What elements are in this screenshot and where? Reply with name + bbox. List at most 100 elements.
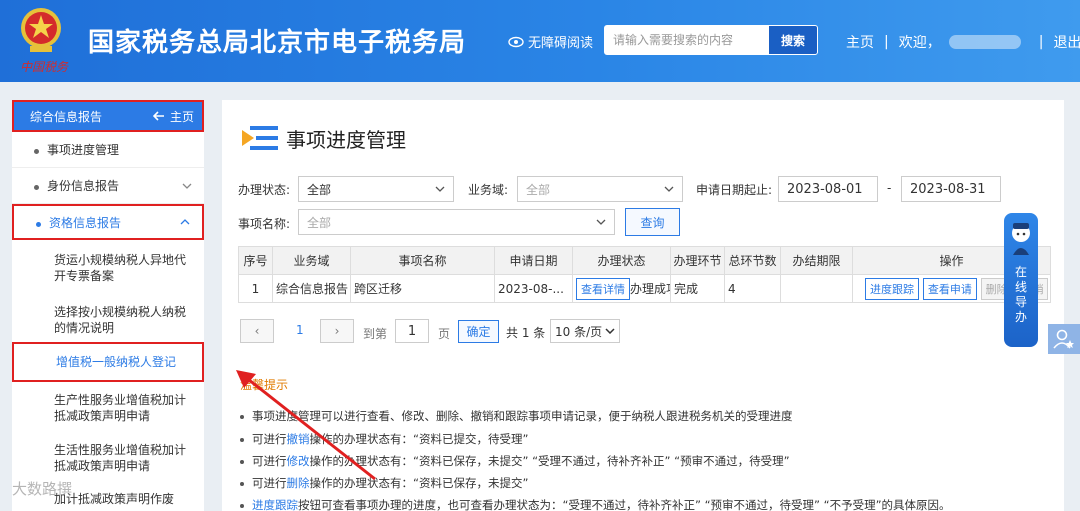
- annotation-arrow-icon: [236, 370, 376, 481]
- user-star-button[interactable]: [1048, 324, 1080, 354]
- current-page[interactable]: 1: [296, 323, 304, 337]
- cell-domain: 综合信息报告: [272, 274, 351, 303]
- bullet-icon: [34, 185, 39, 190]
- top-nav: 主页 | 欢迎， | 退出: [846, 32, 1080, 52]
- cell-date: 2023-08-...: [494, 274, 573, 303]
- tip-highlight: 进度跟踪: [252, 498, 298, 511]
- date-range-label: 申请日期起止:: [696, 183, 773, 197]
- nav-logout-link[interactable]: 退出: [1053, 32, 1080, 52]
- online-guide-label: 在 线 导 办: [1004, 265, 1038, 325]
- sub-item-small-scale-statement[interactable]: 选择按小规模纳税人纳税的情况说明: [12, 300, 204, 340]
- tax-emblem-icon: [21, 8, 61, 52]
- view-application-button[interactable]: 查看申请: [922, 277, 977, 300]
- sub-item-label: 选择按小规模纳税人纳税的情况说明: [54, 305, 187, 335]
- date-from-value: 2023-08-01: [787, 181, 863, 197]
- chevron-down-icon: [605, 328, 615, 334]
- sidebar-item-label: 事项进度管理: [47, 143, 120, 157]
- status-select[interactable]: 全部: [298, 176, 454, 202]
- col-header: 事项名称: [350, 246, 495, 275]
- domain-select-value: 全部: [526, 182, 551, 197]
- domain-select[interactable]: 全部: [517, 176, 683, 202]
- accessibility-link[interactable]: 无障碍阅读: [508, 32, 593, 51]
- online-guide-button[interactable]: 在 线 导 办: [1004, 213, 1038, 347]
- top-header: 中国税务 国家税务总局北京市电子税务局 无障碍阅读 搜索 主页 | 欢迎， | …: [0, 0, 1080, 82]
- tip-text: 按钮可查看事项办理的进度，也可查看办理状态为：“受理不通过，待补齐补正” “预审…: [298, 498, 951, 511]
- sidebar-header[interactable]: 综合信息报告 主页: [12, 100, 204, 132]
- item-filter-label: 事项名称:: [238, 217, 291, 231]
- status-select-value: 全部: [307, 182, 332, 197]
- page-title: 事项进度管理: [286, 127, 406, 152]
- prev-page-button[interactable]: ‹: [240, 319, 274, 343]
- table-row: 1 综合信息报告 跨区迁移 2023-08-... 查看详情办理成功 完成 4 …: [238, 274, 1051, 303]
- sidebar: 综合信息报告 主页 事项进度管理 身份信息报告 资格信息报告 货运小规模纳税人异…: [12, 100, 204, 511]
- page-unit: 页: [438, 327, 451, 341]
- col-header: 序号: [238, 246, 273, 275]
- cell-total: 4: [724, 274, 781, 303]
- chevron-up-icon: [180, 219, 190, 225]
- sidebar-item-identity[interactable]: 身份信息报告: [12, 168, 204, 204]
- sidebar-item-label: 身份信息报告: [47, 179, 120, 193]
- sub-item-production-service-deduction[interactable]: 生产性服务业增值税加计抵减政策声明申请: [12, 388, 204, 428]
- next-page-button[interactable]: ›: [320, 319, 354, 343]
- guide-char: 线: [1014, 280, 1027, 294]
- status-text: 办理成功: [630, 281, 670, 296]
- sub-item-life-service-deduction[interactable]: 生活性服务业增值税加计抵减政策声明申请: [12, 438, 204, 478]
- tip-line: 进度跟踪按钮可查看事项办理的进度，也可查看办理状态为：“受理不通过，待补齐补正”…: [240, 497, 951, 511]
- nav-separator: |: [884, 34, 889, 50]
- bullet-icon: [240, 503, 244, 508]
- sub-item-freight-special-invoice[interactable]: 货运小规模纳税人异地代开专票备案: [12, 248, 204, 288]
- guide-char: 导: [1014, 295, 1027, 309]
- date-separator: -: [887, 181, 892, 195]
- search-input[interactable]: [604, 25, 769, 55]
- query-button[interactable]: 查询: [625, 208, 680, 236]
- guide-char: 办: [1014, 310, 1027, 324]
- domain-filter-label: 业务域:: [468, 183, 509, 197]
- nav-welcome: 欢迎，: [898, 35, 941, 51]
- assistant-avatar-icon: [1012, 223, 1030, 255]
- user-star-icon: [1053, 329, 1074, 349]
- date-from-input[interactable]: 2023-08-01: [778, 176, 878, 202]
- goto-page-input[interactable]: 1: [395, 319, 429, 343]
- date-to-input[interactable]: 2023-08-31: [901, 176, 1001, 202]
- goto-page-value: 1: [407, 323, 417, 339]
- col-header: 申请日期: [494, 246, 573, 275]
- page-title-block: 事项进度管理: [240, 122, 406, 154]
- sidebar-item-progress[interactable]: 事项进度管理: [12, 132, 204, 168]
- sub-item-label: 货运小规模纳税人异地代开专票备案: [54, 253, 187, 283]
- sub-item-vat-general-registration[interactable]: 增值税一般纳税人登记: [12, 342, 204, 382]
- accessibility-label: 无障碍阅读: [528, 36, 594, 51]
- progress-table: 序号 业务域 事项名称 申请日期 办理状态 办理环节 总环节数 办结期限 操作 …: [238, 246, 1051, 303]
- goto-confirm-button[interactable]: 确定: [458, 320, 499, 343]
- sidebar-header-label: 综合信息报告: [30, 109, 103, 124]
- search-button[interactable]: 搜索: [768, 25, 818, 55]
- bullet-icon: [34, 149, 39, 154]
- page-size-select[interactable]: 10 条/页: [550, 319, 620, 343]
- cell-stage: 完成: [670, 274, 725, 303]
- list-progress-icon: [242, 126, 278, 150]
- sidebar-item-label: 资格信息报告: [49, 215, 122, 230]
- col-header: 办理状态: [572, 246, 671, 275]
- watermark: 大数路撰: [12, 480, 73, 498]
- cell-item: 跨区迁移: [350, 274, 495, 303]
- col-header: 办理环节: [670, 246, 725, 275]
- tip-text: 操作的办理状态有：“资料已保存，未提交” “受理不通过，待补齐补正” “预审不通…: [309, 454, 790, 468]
- sidebar-home-link[interactable]: 主页: [152, 108, 194, 125]
- redacted-username: [948, 35, 1021, 49]
- sub-item-label: 生产性服务业增值税加计抵减政策声明申请: [54, 393, 187, 423]
- bullet-icon: [36, 221, 41, 227]
- view-details-button[interactable]: 查看详情: [576, 277, 630, 300]
- chevron-down-icon: [596, 219, 606, 225]
- site-title: 国家税务总局北京市电子税务局: [88, 28, 467, 58]
- table-header-row: 序号 业务域 事项名称 申请日期 办理状态 办理环节 总环节数 办结期限 操作: [238, 246, 1051, 275]
- track-progress-button[interactable]: 进度跟踪: [865, 277, 919, 300]
- nav-separator: |: [1038, 34, 1044, 50]
- col-header: 办结期限: [780, 246, 853, 275]
- chevron-down-icon: [664, 186, 674, 192]
- item-select-value: 全部: [307, 215, 332, 230]
- sidebar-home-label: 主页: [169, 109, 194, 124]
- guide-char: 在: [1014, 265, 1027, 279]
- sidebar-item-qualification[interactable]: 资格信息报告: [12, 204, 204, 240]
- item-select[interactable]: 全部: [298, 209, 615, 235]
- nav-home-link[interactable]: 主页: [846, 32, 874, 52]
- total-count: 共 1 条: [506, 326, 546, 340]
